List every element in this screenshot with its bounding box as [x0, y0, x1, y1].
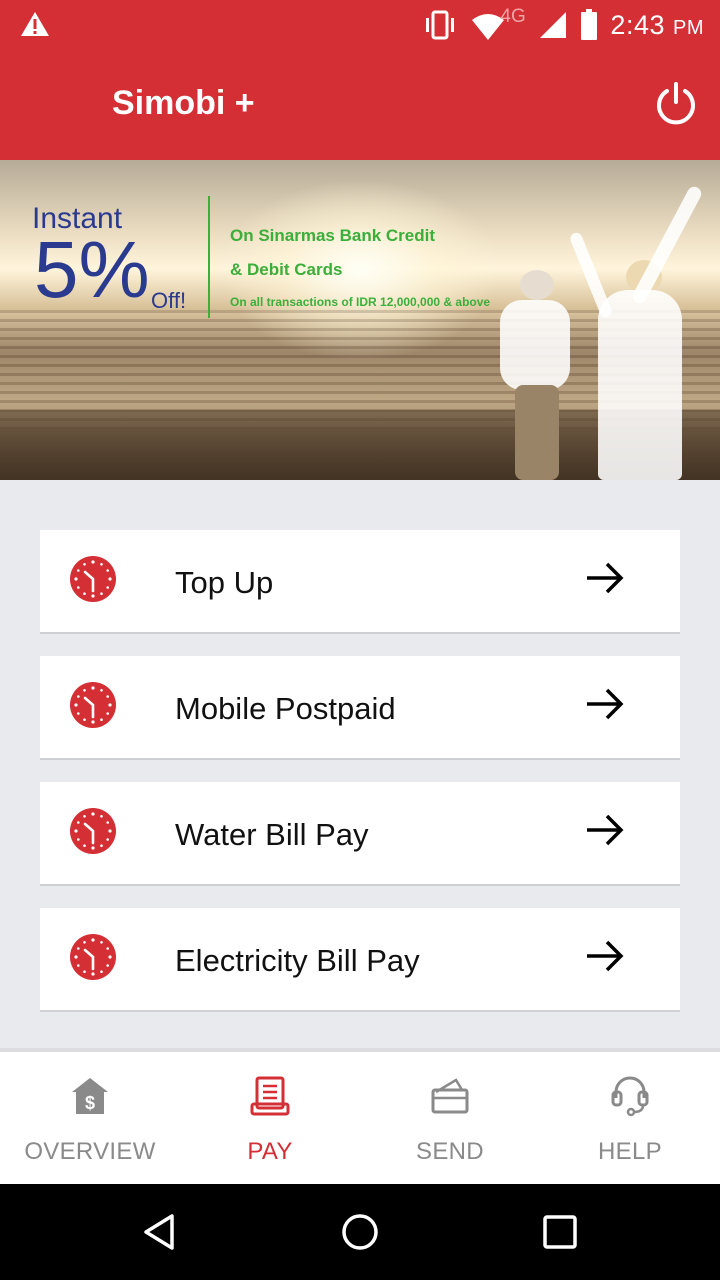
arrow-right-icon: [587, 940, 624, 972]
network-type-label: 4G: [500, 6, 526, 27]
vibrate-icon: [426, 10, 455, 40]
nav-send[interactable]: SEND: [360, 1052, 540, 1184]
warning-icon: [21, 12, 49, 36]
svg-text:$: $: [85, 1093, 95, 1113]
battery-icon: [581, 9, 598, 40]
receipt-icon: [250, 1076, 290, 1116]
menu-item-mobile-postpaid[interactable]: Mobile Postpaid: [40, 656, 680, 760]
status-time-ampm: PM: [673, 16, 704, 39]
app-bar: Simobi +: [0, 50, 720, 160]
power-icon[interactable]: [652, 80, 700, 128]
arrow-right-icon: [587, 814, 624, 846]
menu-item-electricity-bill-pay[interactable]: Electricity Bill Pay: [40, 908, 680, 1012]
menu-item-water-bill-pay[interactable]: Water Bill Pay: [40, 782, 680, 886]
promo-line2: & Debit Cards: [230, 260, 343, 279]
clock-icon: [70, 808, 116, 854]
system-nav-bar: [0, 1184, 720, 1280]
promo-divider: [208, 196, 210, 318]
promo-line1: On Sinarmas Bank Credit: [230, 226, 436, 245]
nav-pay[interactable]: PAY: [180, 1052, 360, 1184]
promo-banner[interactable]: Instant 5% Off! On Sinarmas Bank Credit …: [0, 160, 720, 480]
recents-icon[interactable]: [540, 1212, 580, 1252]
signal-icon: [540, 12, 567, 38]
back-icon[interactable]: [140, 1212, 180, 1252]
arrow-right-icon: [587, 562, 624, 594]
wallet-icon: [431, 1078, 469, 1114]
status-time: 2:43 PM: [610, 10, 704, 41]
menu-item-label: Top Up: [175, 565, 274, 600]
nav-overview-label: OVERVIEW: [24, 1138, 156, 1165]
nav-send-label: SEND: [416, 1138, 484, 1165]
home-icon[interactable]: [340, 1212, 380, 1252]
promo-off: Off!: [151, 288, 187, 313]
clock-icon: [70, 682, 116, 728]
menu-item-label: Water Bill Pay: [175, 817, 369, 852]
app-title: Simobi +: [112, 84, 255, 122]
menu-item-top-up[interactable]: Top Up: [40, 530, 680, 634]
nav-help-label: HELP: [598, 1138, 662, 1165]
clock-icon: [70, 556, 116, 602]
nav-help[interactable]: HELP: [540, 1052, 720, 1184]
promo-note: On all transactions of IDR 12,000,000 & …: [230, 295, 491, 309]
nav-overview[interactable]: $ OVERVIEW: [0, 1052, 180, 1184]
clock-icon: [70, 934, 116, 980]
status-bar: 4G 2:43 PM: [0, 0, 720, 50]
network-indicator: 4G: [470, 6, 526, 40]
arrow-right-icon: [587, 688, 624, 720]
bottom-nav: $ OVERVIEW PAY SEND HELP: [0, 1048, 720, 1184]
menu-item-label: Mobile Postpaid: [175, 691, 396, 726]
nav-pay-label: PAY: [247, 1138, 293, 1165]
home-dollar-icon: $: [72, 1078, 108, 1114]
status-time-value: 2:43: [610, 9, 665, 40]
menu-item-label: Electricity Bill Pay: [175, 943, 420, 978]
headset-icon: [611, 1076, 649, 1117]
pay-menu: Top Up Mobile Postpaid Water Bill Pay El…: [40, 530, 680, 1034]
promo-percent: 5%: [34, 225, 150, 314]
